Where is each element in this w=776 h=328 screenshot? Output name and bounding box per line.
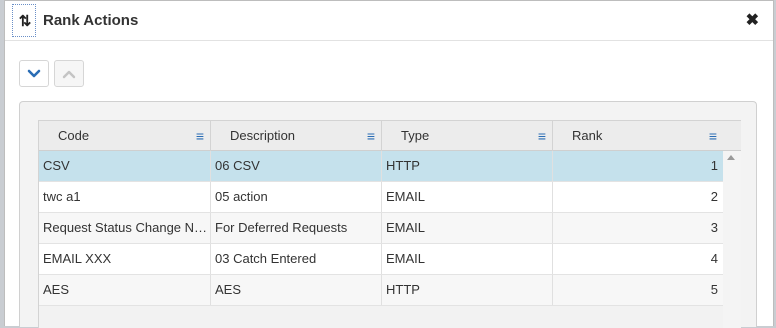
column-header-label: Rank — [572, 128, 603, 143]
cell-type: EMAIL — [382, 244, 553, 274]
cell-type: EMAIL — [382, 182, 553, 212]
grid-panel: Code ≡ Description ≡ Type ≡ Rank ≡ CSV 0… — [19, 101, 757, 328]
table-row[interactable]: AES AES HTTP 5 — [39, 275, 723, 306]
move-down-button[interactable] — [19, 60, 49, 87]
column-header-label: Description — [230, 128, 296, 143]
column-menu-icon[interactable]: ≡ — [367, 128, 375, 144]
column-header-type[interactable]: Type ≡ — [382, 121, 553, 151]
cell-rank: 1 — [710, 158, 718, 173]
cell-description: 03 Catch Entered — [211, 244, 382, 274]
cell-description: 05 action — [211, 182, 382, 212]
cell-code: Request Status Change Notification — [39, 213, 211, 243]
vertical-scrollbar[interactable] — [723, 151, 741, 328]
cell-description: AES — [211, 275, 382, 305]
cell-type: EMAIL — [382, 213, 553, 243]
cell-code: twc a1 — [39, 182, 211, 212]
dialog-title: Rank Actions — [43, 12, 139, 29]
cell-description: For Deferred Requests — [211, 213, 382, 243]
cell-code: EMAIL XXX — [39, 244, 211, 274]
table-row[interactable]: EMAIL XXX 03 Catch Entered EMAIL 4 — [39, 244, 723, 275]
rank-actions-dialog: ⇅ Rank Actions ✖ Code ≡ Description ≡ Ty… — [4, 0, 774, 328]
column-menu-icon[interactable]: ≡ — [538, 128, 546, 144]
cell-code: AES — [39, 275, 211, 305]
rank-actions-grid: Code ≡ Description ≡ Type ≡ Rank ≡ CSV 0… — [38, 120, 741, 328]
column-header-rank[interactable]: Rank ≡ — [553, 121, 741, 151]
cell-rank: 2 — [710, 189, 718, 204]
grid-header: Code ≡ Description ≡ Type ≡ Rank ≡ — [39, 120, 741, 151]
cell-code: CSV — [39, 151, 211, 181]
chevron-up-icon — [62, 70, 76, 78]
close-icon[interactable]: ✖ — [746, 12, 759, 30]
column-menu-icon[interactable]: ≡ — [196, 128, 204, 144]
scroll-up-arrow-icon[interactable] — [727, 155, 735, 160]
table-row[interactable]: CSV 06 CSV HTTP 1 — [39, 151, 723, 182]
dialog-titlebar: ⇅ Rank Actions ✖ — [5, 1, 773, 41]
cell-type: HTTP — [382, 151, 553, 181]
cell-rank: 3 — [710, 220, 718, 235]
column-header-label: Code — [58, 128, 90, 143]
table-row[interactable]: Request Status Change Notification For D… — [39, 213, 723, 244]
column-header-code[interactable]: Code ≡ — [39, 121, 211, 151]
column-menu-icon[interactable]: ≡ — [709, 128, 717, 144]
sort-arrows-icon[interactable]: ⇅ — [12, 4, 36, 37]
cell-description: 06 CSV — [211, 151, 382, 181]
move-up-button[interactable] — [54, 60, 84, 87]
cell-rank: 4 — [710, 251, 718, 266]
column-header-description[interactable]: Description ≡ — [211, 121, 382, 151]
table-row[interactable]: twc a1 05 action EMAIL 2 — [39, 182, 723, 213]
cell-type: HTTP — [382, 275, 553, 305]
cell-rank: 5 — [710, 282, 718, 297]
column-header-label: Type — [401, 128, 430, 143]
chevron-down-icon — [27, 69, 41, 77]
